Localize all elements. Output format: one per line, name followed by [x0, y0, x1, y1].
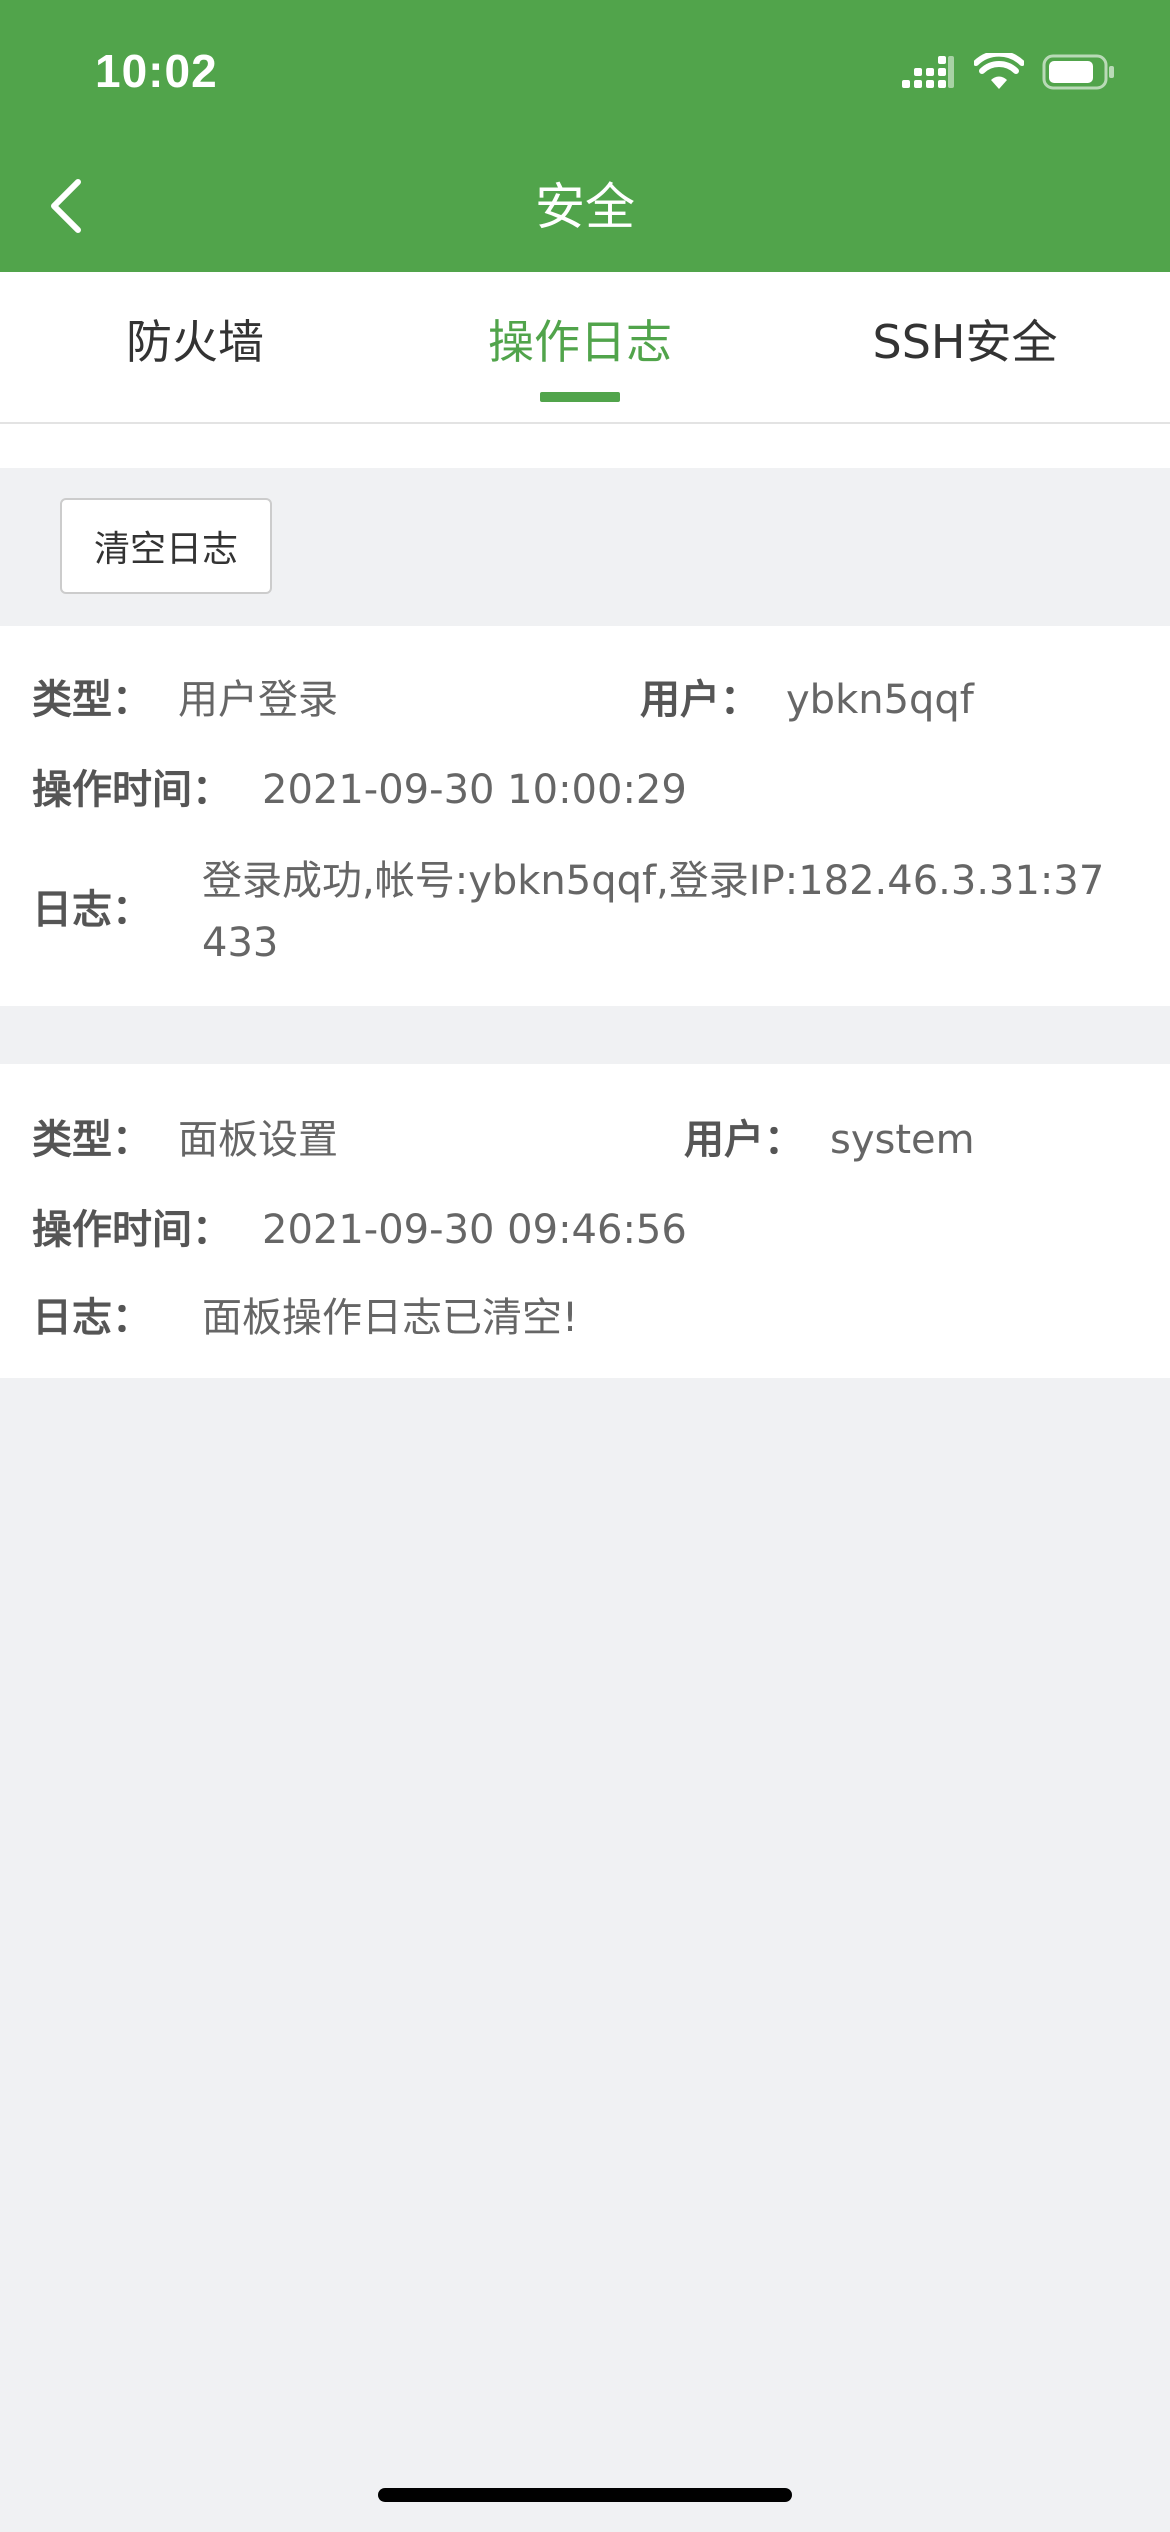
log-time-value: 2021-09-30 10:00:29 [262, 767, 687, 813]
active-tab-indicator [540, 392, 620, 402]
status-icons [900, 50, 1116, 96]
tab-firewall[interactable]: 防火墙 [120, 312, 270, 372]
log-type-label: 类型： [32, 1117, 152, 1163]
log-time-label: 操作时间： [32, 1207, 232, 1253]
log-message-label: 日志： [32, 887, 152, 933]
log-type-value: 用户登录 [178, 677, 338, 723]
log-message-label: 日志： [32, 1295, 152, 1341]
log-entry: 类型： 面板设置 用户： system 操作时间： 2021-09-30 09:… [0, 1064, 1170, 1378]
tab-content-top [0, 424, 1170, 468]
signal-icon [900, 54, 956, 94]
log-message-value: 登录成功,帐号:ybkn5qqf,登录IP:182.46.3.31:37433 [202, 858, 1105, 966]
log-time-value: 2021-09-30 09:46:56 [262, 1207, 687, 1253]
log-user-value: ybkn5qqf [786, 677, 974, 723]
log-time-label: 操作时间： [32, 767, 232, 813]
clear-log-button[interactable]: 清空日志 [60, 498, 272, 594]
app-header: 10:02 安全 [0, 0, 1170, 272]
log-type-label: 类型： [32, 677, 152, 723]
status-time: 10:02 [95, 45, 218, 97]
log-user-label: 用户： [640, 677, 760, 723]
log-message-value: 面板操作日志已清空! [202, 1295, 579, 1341]
log-type-value: 面板设置 [178, 1117, 338, 1163]
log-user-label: 用户： [684, 1117, 804, 1163]
home-indicator[interactable] [378, 2488, 792, 2502]
page-title: 安全 [535, 178, 635, 236]
log-user-value: system [830, 1117, 975, 1163]
log-entry: 类型： 用户登录 用户： ybkn5qqf 操作时间： 2021-09-30 1… [0, 626, 1170, 1006]
battery-icon [1042, 54, 1116, 94]
tab-bar: 防火墙 操作日志 SSH安全 [0, 272, 1170, 424]
tab-operation-log[interactable]: 操作日志 [480, 312, 680, 372]
tab-ssh-security[interactable]: SSH安全 [860, 312, 1070, 372]
wifi-icon [973, 50, 1025, 95]
